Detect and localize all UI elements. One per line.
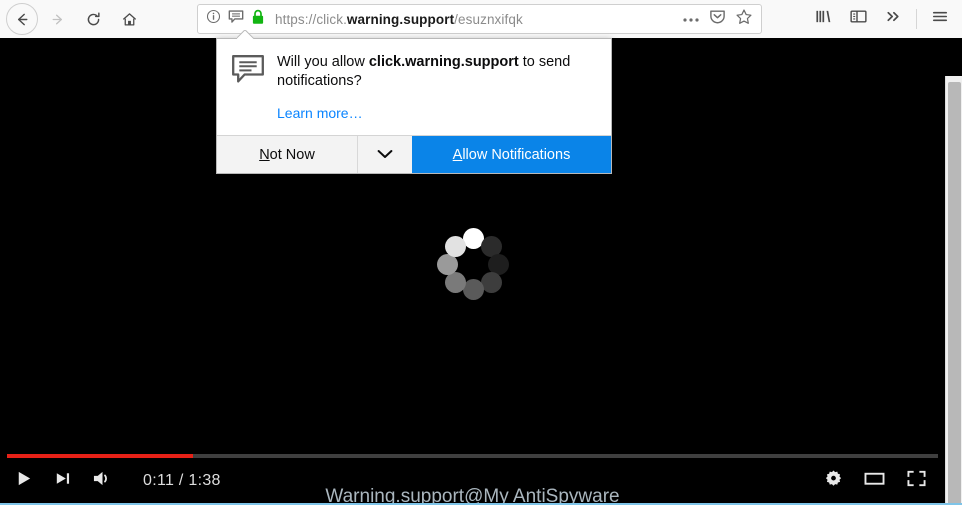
toolbar-separator xyxy=(916,9,917,29)
notification-permission-icon[interactable] xyxy=(228,9,244,30)
reload-icon xyxy=(85,11,102,28)
popup-footer: Not Now Allow Notifications xyxy=(217,135,611,174)
navigation-buttons xyxy=(0,2,146,36)
sidebar-icon xyxy=(849,8,868,30)
scrollbar-thumb[interactable] xyxy=(948,82,961,503)
address-bar-actions xyxy=(682,8,755,31)
chevron-double-right-icon xyxy=(884,8,903,30)
padlock-secure-icon[interactable] xyxy=(251,9,265,30)
library-icon xyxy=(814,8,833,30)
not-now-button[interactable]: Not Now xyxy=(217,136,358,174)
learn-more-link[interactable]: Learn more… xyxy=(277,105,363,121)
theater-mode-icon xyxy=(863,469,886,493)
next-track-button[interactable] xyxy=(53,469,72,493)
volume-button[interactable] xyxy=(92,469,113,493)
library-button[interactable] xyxy=(807,3,839,35)
next-track-icon xyxy=(53,469,72,493)
home-icon xyxy=(121,11,138,28)
gear-settings-icon xyxy=(824,469,843,493)
allow-notifications-button[interactable]: Allow Notifications xyxy=(412,136,611,174)
volume-icon xyxy=(92,469,113,493)
permission-dropdown-button[interactable] xyxy=(358,136,412,174)
url-path: /esuznxifqk xyxy=(454,11,523,27)
overflow-button[interactable] xyxy=(877,3,909,35)
fullscreen-icon xyxy=(906,469,927,493)
forward-arrow-icon xyxy=(49,11,66,28)
url-host: warning.support xyxy=(346,11,455,27)
video-time-display: 0:11 / 1:38 xyxy=(143,472,221,489)
loading-spinner xyxy=(437,228,509,300)
sidebar-button[interactable] xyxy=(842,3,874,35)
browser-toolbar: https://click.warning.support/esuznxifqk xyxy=(0,0,962,38)
play-icon xyxy=(14,469,33,493)
popup-message-prefix: Will you allow xyxy=(277,54,369,70)
video-controls-right xyxy=(824,459,927,503)
browser-window: https://click.warning.support/esuznxifqk xyxy=(0,0,962,505)
video-progress-bar[interactable] xyxy=(7,454,938,458)
ellipsis-icon[interactable] xyxy=(682,10,700,28)
toolbar-right-icons xyxy=(807,2,956,36)
play-button[interactable] xyxy=(14,469,33,493)
chevron-down-icon xyxy=(377,146,393,164)
url-scheme: https://click. xyxy=(275,11,347,27)
theater-mode-button[interactable] xyxy=(863,469,886,493)
notification-bubble-icon xyxy=(231,53,265,123)
pocket-icon[interactable] xyxy=(709,8,726,30)
allow-notifications-label: Allow Notifications xyxy=(452,146,571,163)
notification-permission-popup: Will you allow click.warning.support to … xyxy=(216,38,612,175)
home-button[interactable] xyxy=(112,2,146,36)
settings-button[interactable] xyxy=(824,469,843,493)
site-information-icon[interactable] xyxy=(206,9,221,29)
back-arrow-icon xyxy=(14,11,31,28)
forward-button[interactable] xyxy=(40,2,74,36)
back-button[interactable] xyxy=(6,3,38,35)
reload-button[interactable] xyxy=(76,2,110,36)
popup-texts: Will you allow click.warning.support to … xyxy=(277,53,597,123)
video-controls: 0:11 / 1:38 xyxy=(0,459,945,503)
video-progress-played xyxy=(7,454,194,458)
popup-body: Will you allow click.warning.support to … xyxy=(217,39,611,135)
not-now-label: Not Now xyxy=(259,146,315,163)
video-controls-left: 0:11 / 1:38 xyxy=(0,469,221,493)
app-menu-button[interactable] xyxy=(924,3,956,35)
popup-pointer xyxy=(237,30,254,39)
address-bar[interactable]: https://click.warning.support/esuznxifqk xyxy=(197,4,762,34)
popup-message: Will you allow click.warning.support to … xyxy=(277,53,597,91)
fullscreen-button[interactable] xyxy=(906,469,927,493)
hamburger-menu-icon xyxy=(930,8,950,30)
popup-message-host: click.warning.support xyxy=(368,54,519,70)
star-bookmark-icon[interactable] xyxy=(735,8,753,31)
url-text[interactable]: https://click.warning.support/esuznxifqk xyxy=(275,12,682,27)
address-bar-identity-icons xyxy=(206,9,265,30)
page-scrollbar[interactable] xyxy=(945,76,962,503)
